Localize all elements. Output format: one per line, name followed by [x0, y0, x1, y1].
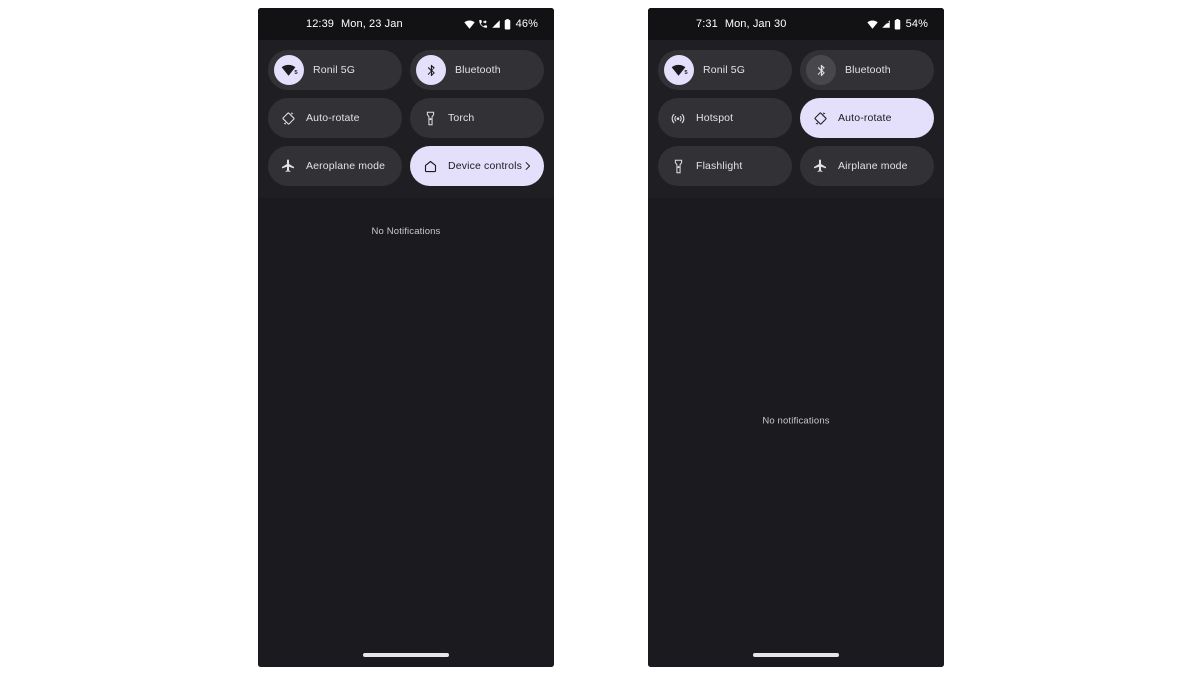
hotspot-icon — [669, 109, 687, 127]
qs-tile-label: Bluetooth — [845, 64, 891, 76]
battery-percent: 54% — [905, 18, 928, 30]
flashlight-icon — [421, 109, 439, 127]
qs-tile-bluetooth[interactable]: Bluetooth — [800, 50, 934, 90]
status-bar-left: 12:39 Mon, 23 Jan — [270, 18, 403, 30]
home-icon — [421, 157, 439, 175]
qs-tile-label: Auto-rotate — [306, 112, 360, 124]
quick-settings-panel: 5 Ronil 5G Bluetooth — [258, 40, 554, 198]
signal-icon — [881, 19, 891, 29]
navigation-bar — [258, 643, 554, 667]
qs-tile-auto-rotate[interactable]: Auto-rotate — [800, 98, 934, 138]
qs-tile-label: Airplane mode — [838, 160, 908, 172]
airplane-icon — [811, 157, 829, 175]
qs-tile-torch[interactable]: Torch — [410, 98, 544, 138]
battery-icon — [504, 18, 511, 30]
wifi-icon — [463, 19, 475, 29]
qs-tile-label: Device controls — [448, 160, 523, 172]
signal-icon — [491, 19, 501, 29]
quick-settings-panel: 5 Ronil 5G Bluetooth — [648, 40, 944, 198]
qs-tile-flashlight[interactable]: Flashlight — [658, 146, 792, 186]
qs-tile-wifi[interactable]: 5 Ronil 5G — [658, 50, 792, 90]
wifi-icon: 5 — [664, 55, 694, 85]
notification-shade: No Notifications — [258, 198, 554, 643]
call-forward-icon — [478, 19, 488, 29]
auto-rotate-icon — [811, 109, 829, 127]
qs-tile-label: Ronil 5G — [703, 64, 746, 76]
navigation-bar — [648, 643, 944, 667]
battery-icon — [894, 18, 901, 30]
gesture-pill[interactable] — [753, 653, 839, 657]
qs-tile-aeroplane-mode[interactable]: Aeroplane mode — [268, 146, 402, 186]
flashlight-icon — [669, 157, 687, 175]
no-notifications-text: No notifications — [762, 415, 830, 426]
bluetooth-icon — [806, 55, 836, 85]
qs-tile-hotspot[interactable]: Hotspot — [658, 98, 792, 138]
qs-tile-bluetooth[interactable]: Bluetooth — [410, 50, 544, 90]
wifi-icon: 5 — [274, 55, 304, 85]
qs-tile-auto-rotate[interactable]: Auto-rotate — [268, 98, 402, 138]
no-notifications-text: No Notifications — [371, 226, 441, 237]
status-bar-left: 7:31 Mon, Jan 30 — [660, 18, 786, 30]
gesture-pill[interactable] — [363, 653, 449, 657]
phone-right-screen: 7:31 Mon, Jan 30 54% 5 Ronil 5G Bluetoot… — [648, 8, 944, 667]
qs-tile-label: Ronil 5G — [313, 64, 356, 76]
status-clock: 7:31 — [696, 18, 718, 30]
qs-tile-label: Torch — [448, 112, 475, 124]
notification-shade: No notifications — [648, 198, 944, 643]
phone-left-screen: 12:39 Mon, 23 Jan 46% 5 Ronil 5G Bluetoo… — [258, 8, 554, 667]
svg-text:5: 5 — [684, 69, 688, 75]
status-date: Mon, Jan 30 — [724, 18, 787, 30]
status-clock: 12:39 — [306, 18, 335, 30]
qs-tile-airplane-mode[interactable]: Airplane mode — [800, 146, 934, 186]
qs-tile-label: Aeroplane mode — [306, 160, 386, 172]
bluetooth-icon — [416, 55, 446, 85]
status-bar-right: 46% — [463, 18, 538, 30]
phone-left: 12:39 Mon, 23 Jan 46% 5 Ronil 5G Bluetoo… — [258, 8, 554, 667]
airplane-icon — [279, 157, 297, 175]
auto-rotate-icon — [279, 109, 297, 127]
qs-tile-label: Bluetooth — [455, 64, 501, 76]
wifi-icon — [866, 19, 878, 29]
status-bar: 7:31 Mon, Jan 30 54% — [648, 8, 944, 40]
qs-tile-label: Hotspot — [696, 112, 734, 124]
status-bar: 12:39 Mon, 23 Jan 46% — [258, 8, 554, 40]
status-bar-right: 54% — [866, 18, 928, 30]
phone-right: 7:31 Mon, Jan 30 54% 5 Ronil 5G Bluetoot… — [648, 8, 944, 667]
qs-tile-device-controls[interactable]: Device controls — [410, 146, 544, 186]
svg-text:5: 5 — [294, 69, 298, 75]
qs-tile-wifi[interactable]: 5 Ronil 5G — [268, 50, 402, 90]
qs-tile-label: Auto-rotate — [838, 112, 892, 124]
qs-tile-label: Flashlight — [696, 160, 743, 172]
screenshot-canvas: 12:39 Mon, 23 Jan 46% 5 Ronil 5G Bluetoo… — [0, 0, 1200, 675]
chevron-right-icon[interactable] — [523, 161, 532, 172]
quick-settings-grid: 5 Ronil 5G Bluetooth — [658, 50, 934, 186]
battery-percent: 46% — [515, 18, 538, 30]
status-date: Mon, 23 Jan — [341, 18, 403, 30]
quick-settings-grid: 5 Ronil 5G Bluetooth — [268, 50, 544, 186]
